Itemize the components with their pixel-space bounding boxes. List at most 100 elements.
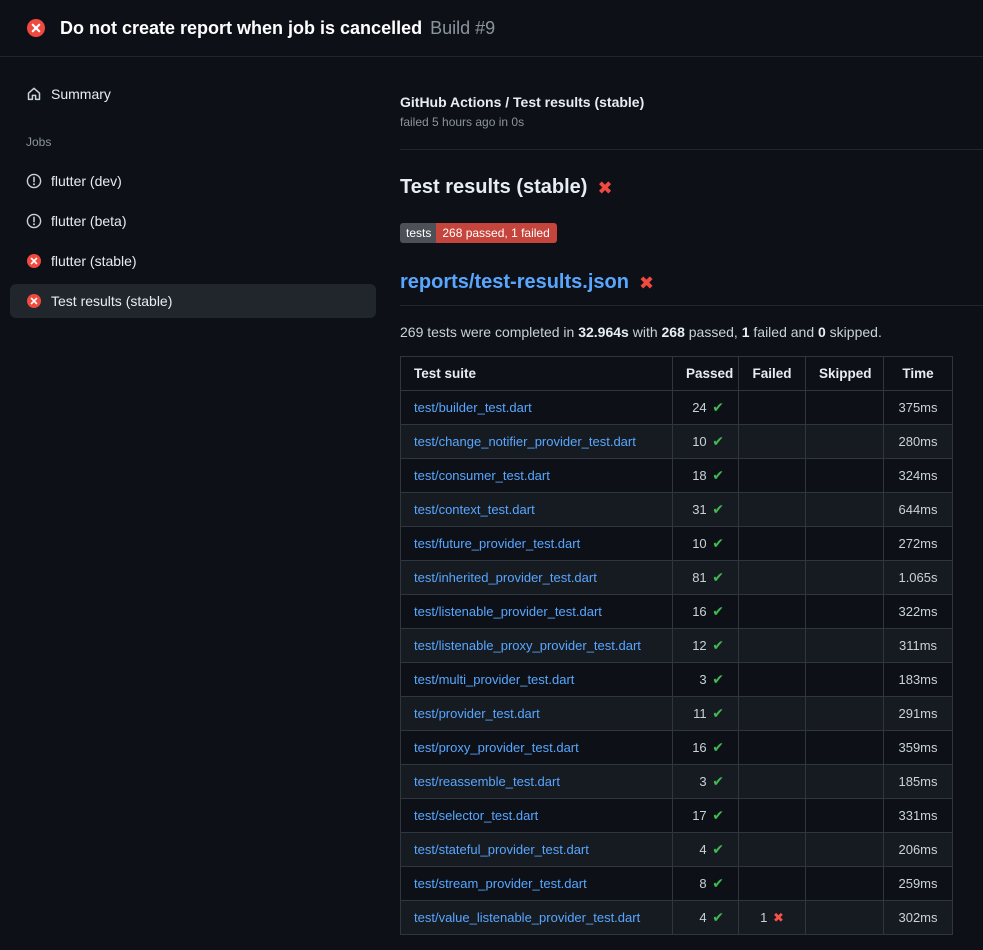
skipped-cell [806, 629, 884, 663]
job-failed-icon [26, 253, 42, 269]
check-icon: ✔ [712, 875, 724, 891]
sidebar-item-flutter-beta[interactable]: flutter (beta) [10, 204, 376, 238]
check-icon: ✔ [712, 807, 724, 823]
skipped-cell [806, 663, 884, 697]
time-cell: 644ms [884, 493, 953, 527]
test-suite-link[interactable]: test/future_provider_test.dart [414, 536, 580, 551]
failed-cell [739, 731, 806, 765]
passed-cell: 4 ✔ [673, 833, 739, 867]
failed-cell [739, 833, 806, 867]
check-icon: ✔ [712, 433, 724, 449]
run-meta: failed 5 hours ago in 0s [400, 115, 983, 129]
passed-cell: 18 ✔ [673, 459, 739, 493]
table-row: test/listenable_provider_test.dart16 ✔32… [401, 595, 953, 629]
check-icon: ✔ [712, 705, 724, 721]
passed-cell: 8 ✔ [673, 867, 739, 901]
time-cell: 359ms [884, 731, 953, 765]
check-icon: ✔ [712, 603, 724, 619]
passed-cell: 31 ✔ [673, 493, 739, 527]
skipped-cell [806, 595, 884, 629]
skipped-cell [806, 833, 884, 867]
passed-cell: 4 ✔ [673, 901, 739, 935]
test-suite-link[interactable]: test/selector_test.dart [414, 808, 538, 823]
test-suite-link[interactable]: test/reassemble_test.dart [414, 774, 560, 789]
job-warning-icon [26, 173, 42, 189]
test-suite-cell: test/selector_test.dart [401, 799, 673, 833]
check-icon: ✔ [712, 773, 724, 789]
test-suite-cell: test/builder_test.dart [401, 391, 673, 425]
skipped-cell [806, 459, 884, 493]
passed-cell: 16 ✔ [673, 731, 739, 765]
time-cell: 185ms [884, 765, 953, 799]
run-failed-icon [26, 18, 46, 38]
sidebar-item-label: Test results (stable) [51, 293, 172, 309]
col-header-test-suite: Test suite [401, 357, 673, 391]
build-number: Build #9 [430, 18, 495, 38]
passed-cell: 10 ✔ [673, 425, 739, 459]
passed-cell: 16 ✔ [673, 595, 739, 629]
test-suite-link[interactable]: test/change_notifier_provider_test.dart [414, 434, 636, 449]
sidebar-item-label: flutter (dev) [51, 173, 122, 189]
table-row: test/listenable_proxy_provider_test.dart… [401, 629, 953, 663]
test-suite-link[interactable]: test/consumer_test.dart [414, 468, 550, 483]
sidebar-item-test-results-stable[interactable]: Test results (stable) [10, 284, 376, 318]
failed-cell [739, 629, 806, 663]
col-header-passed: Passed [673, 357, 739, 391]
section-title-text: Test results (stable) [400, 176, 587, 199]
table-row: test/value_listenable_provider_test.dart… [401, 901, 953, 935]
test-suite-link[interactable]: test/proxy_provider_test.dart [414, 740, 579, 755]
test-suite-link[interactable]: test/value_listenable_provider_test.dart [414, 910, 640, 925]
breadcrumb: GitHub Actions / Test results (stable) [400, 94, 983, 110]
failed-cell: 1 ✖ [739, 901, 806, 935]
passed-cell: 24 ✔ [673, 391, 739, 425]
passed-cell: 11 ✔ [673, 697, 739, 731]
badge-value: 268 passed, 1 failed [436, 223, 556, 243]
skipped-cell [806, 561, 884, 595]
test-suite-cell: test/listenable_provider_test.dart [401, 595, 673, 629]
test-suite-link[interactable]: test/stateful_provider_test.dart [414, 842, 589, 857]
skipped-cell [806, 765, 884, 799]
time-cell: 259ms [884, 867, 953, 901]
results-table-body: test/builder_test.dart24 ✔375mstest/chan… [401, 391, 953, 935]
skipped-cell [806, 425, 884, 459]
failed-cell [739, 867, 806, 901]
failed-cell [739, 697, 806, 731]
test-suite-link[interactable]: test/builder_test.dart [414, 400, 532, 415]
passed-cell: 10 ✔ [673, 527, 739, 561]
test-suite-link[interactable]: test/inherited_provider_test.dart [414, 570, 597, 585]
test-suite-cell: test/value_listenable_provider_test.dart [401, 901, 673, 935]
skipped-cell [806, 391, 884, 425]
test-suite-link[interactable]: test/stream_provider_test.dart [414, 876, 587, 891]
cross-icon: ✖ [773, 910, 784, 925]
table-row: test/multi_provider_test.dart3 ✔183ms [401, 663, 953, 697]
sidebar-item-summary[interactable]: Summary [10, 77, 376, 111]
check-icon: ✔ [712, 501, 724, 517]
results-table: Test suite Passed Failed Skipped Time te… [400, 356, 953, 935]
check-icon: ✔ [712, 569, 724, 585]
test-suite-link[interactable]: test/multi_provider_test.dart [414, 672, 574, 687]
passed-cell: 81 ✔ [673, 561, 739, 595]
check-icon: ✔ [712, 535, 724, 551]
test-suite-link[interactable]: test/listenable_provider_test.dart [414, 604, 602, 619]
passed-cell: 3 ✔ [673, 663, 739, 697]
failed-cell [739, 425, 806, 459]
test-suite-link[interactable]: test/provider_test.dart [414, 706, 540, 721]
col-header-failed: Failed [739, 357, 806, 391]
skipped-cell [806, 527, 884, 561]
run-title: Do not create report when job is cancell… [60, 18, 422, 38]
sidebar-item-flutter-dev[interactable]: flutter (dev) [10, 164, 376, 198]
skipped-cell [806, 867, 884, 901]
sidebar-item-flutter-stable[interactable]: flutter (stable) [10, 244, 376, 278]
test-suite-link[interactable]: test/context_test.dart [414, 502, 535, 517]
skipped-cell [806, 731, 884, 765]
time-cell: 272ms [884, 527, 953, 561]
test-suite-cell: test/consumer_test.dart [401, 459, 673, 493]
test-suite-cell: test/multi_provider_test.dart [401, 663, 673, 697]
test-suite-link[interactable]: test/listenable_proxy_provider_test.dart [414, 638, 641, 653]
report-title-link[interactable]: reports/test-results.json [400, 271, 629, 294]
time-cell: 291ms [884, 697, 953, 731]
run-title-line: Do not create report when job is cancell… [60, 18, 495, 39]
table-row: test/future_provider_test.dart 10 ✔ 272ms [401, 527, 953, 561]
test-suite-cell: test/context_test.dart [401, 493, 673, 527]
col-header-skipped: Skipped [806, 357, 884, 391]
